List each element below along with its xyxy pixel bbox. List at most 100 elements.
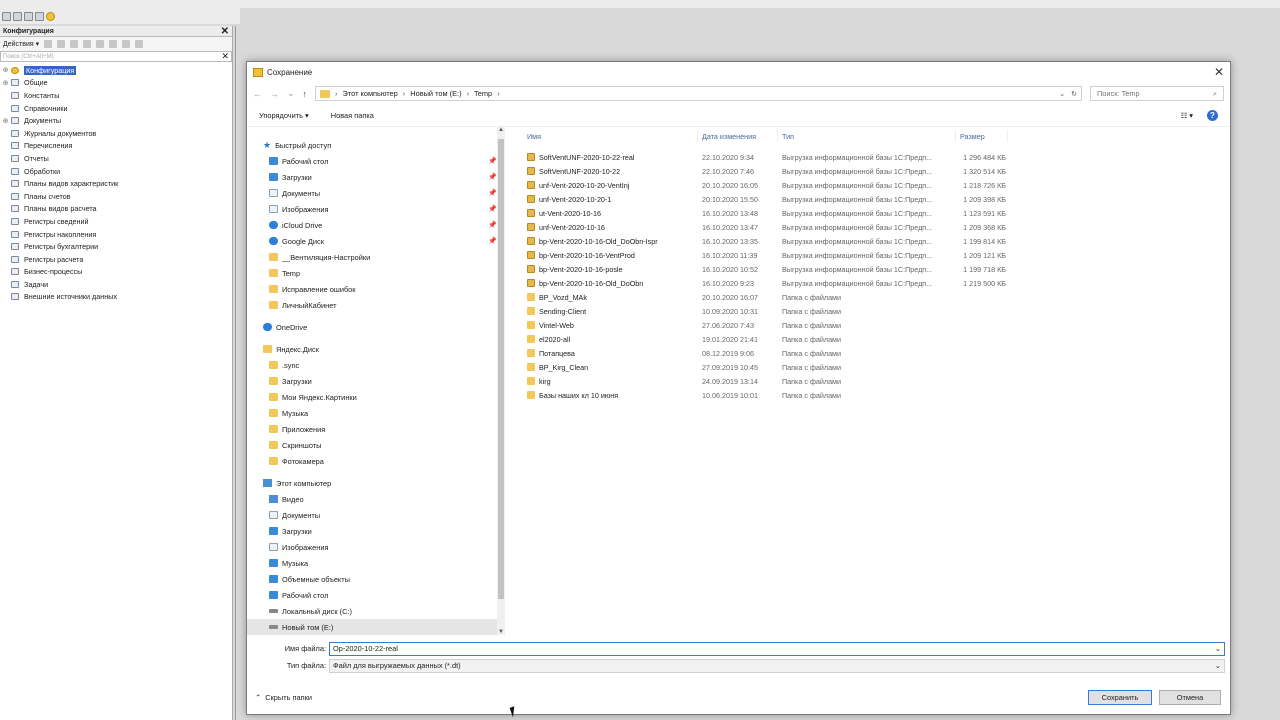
- copy-icon[interactable]: [70, 40, 79, 48]
- pin-icon[interactable]: 📌: [488, 157, 497, 165]
- config-tree-item[interactable]: Регистры накопления: [2, 228, 232, 241]
- nav-item[interactable]: Temp: [247, 265, 505, 281]
- pin-icon[interactable]: 📌: [488, 173, 497, 181]
- file-row[interactable]: Vintel-Web 27.06.2020 7:43 Папка с файлами: [523, 318, 1230, 332]
- config-tree-item[interactable]: Регистры сведений: [2, 215, 232, 228]
- breadcrumb-drive-e[interactable]: Новый том (E:): [410, 89, 461, 98]
- close-panel-icon[interactable]: ✕: [221, 26, 229, 37]
- nav-item[interactable]: Документы 📌: [247, 185, 505, 201]
- filter-icon[interactable]: [135, 40, 144, 48]
- config-tree-item[interactable]: ⊕ Документы: [2, 114, 232, 127]
- nav-item[interactable]: Рабочий стол: [247, 587, 505, 603]
- scrollbar-thumb[interactable]: [498, 139, 504, 599]
- chevron-down-icon[interactable]: ⌄: [1059, 90, 1065, 98]
- file-row[interactable]: unf-Vent-2020-10-20-VentInj 20.10.2020 16…: [523, 178, 1230, 192]
- close-icon[interactable]: ✕: [1214, 65, 1224, 79]
- column-header-type[interactable]: Тип: [778, 130, 956, 142]
- chevron-down-icon[interactable]: ⌄: [1215, 644, 1221, 653]
- move-down-icon[interactable]: [109, 40, 118, 48]
- nav-item[interactable]: __Вентиляция-Настройки: [247, 249, 505, 265]
- nav-item[interactable]: Изображения 📌: [247, 201, 505, 217]
- expand-icon[interactable]: ⊕: [2, 117, 9, 125]
- file-row[interactable]: el2020-all 19.01.2020 21:41 Папка с файлам…: [523, 332, 1230, 346]
- delete-icon[interactable]: [83, 40, 92, 48]
- scroll-up-icon[interactable]: ▲: [497, 127, 505, 133]
- nav-item[interactable]: Google Диск 📌: [247, 233, 505, 249]
- nav-item[interactable]: Загрузки: [247, 523, 505, 539]
- breadcrumb-this-pc[interactable]: Этот компьютер: [343, 89, 398, 98]
- config-tree-item[interactable]: ⊕ Конфигурация: [2, 64, 232, 77]
- config-tree-item[interactable]: ⊕ Общие: [2, 77, 232, 90]
- nav-item[interactable]: ★ Быстрый доступ: [247, 137, 505, 153]
- nav-item[interactable]: Фотокамера: [247, 453, 505, 469]
- pin-icon[interactable]: 📌: [488, 221, 497, 229]
- file-row[interactable]: bp-Vent-2020-10-16-VentProd 16.10.2020 11…: [523, 248, 1230, 262]
- nav-item[interactable]: Яндекс.Диск: [247, 341, 505, 357]
- nav-item[interactable]: Музыка: [247, 555, 505, 571]
- pin-icon[interactable]: 📌: [488, 189, 497, 197]
- file-row[interactable]: SoftVentUNF-2020-10-22-real 22.10.2020 9:…: [523, 150, 1230, 164]
- file-row[interactable]: bp-Vent-2020-10-16-Old_DoObn-Ispr 16.10.2…: [523, 234, 1230, 248]
- file-row[interactable]: bp-Vent-2020-10-16-Old_DoObn 16.10.2020 9…: [523, 276, 1230, 290]
- add-icon[interactable]: [44, 40, 53, 48]
- scroll-down-icon[interactable]: ▼: [497, 629, 505, 635]
- toolbar-window-icon[interactable]: [24, 11, 33, 21]
- config-tree-item[interactable]: Регистры расчета: [2, 253, 232, 266]
- nav-item[interactable]: OneDrive: [247, 319, 505, 335]
- chevron-down-icon[interactable]: ⌄: [1215, 661, 1221, 670]
- new-folder-button[interactable]: Новая папка: [331, 111, 374, 120]
- nav-item[interactable]: Этот компьютер: [247, 475, 505, 491]
- file-row[interactable]: BP_Vozd_MAk 20.10.2020 16:07 Папка с файла…: [523, 290, 1230, 304]
- address-bar[interactable]: › Этот компьютер › Новый том (E:) › Temp…: [315, 86, 1082, 101]
- file-row[interactable]: SoftVentUNF-2020-10-22 22.10.2020 7:46 Выг…: [523, 164, 1230, 178]
- up-arrow-icon[interactable]: ↑: [303, 89, 308, 99]
- file-row[interactable]: Потапцева 08.12.2019 9:06 Папка с файлами: [523, 346, 1230, 360]
- configuration-search-input[interactable]: Поиск (Ctrl+Alt+M) ✕: [0, 51, 232, 62]
- save-button[interactable]: Сохранить: [1088, 689, 1152, 705]
- nav-item[interactable]: Музыка: [247, 405, 505, 421]
- nav-item[interactable]: iCloud Drive 📌: [247, 217, 505, 233]
- column-header-name[interactable]: Имя: [523, 130, 698, 142]
- toolbar-window2-icon[interactable]: [35, 11, 44, 21]
- recent-dropdown-icon[interactable]: ⌄: [287, 88, 295, 99]
- config-tree-item[interactable]: Обработки: [2, 165, 232, 178]
- forward-arrow-icon[interactable]: →: [270, 89, 279, 99]
- nav-item[interactable]: Новый том (E:): [247, 619, 505, 635]
- pin-icon[interactable]: 📌: [488, 205, 497, 213]
- config-tree-item[interactable]: Журналы документов: [2, 127, 232, 140]
- breadcrumb-temp[interactable]: Temp: [474, 89, 492, 98]
- move-up-icon[interactable]: [96, 40, 105, 48]
- nav-item[interactable]: Документы: [247, 507, 505, 523]
- hide-folders-button[interactable]: ⌃ Скрыть папки: [255, 693, 312, 702]
- file-row[interactable]: unf-Vent-2020-10-16 16.10.2020 13:47 Выгру…: [523, 220, 1230, 234]
- file-row[interactable]: kirg 24.09.2019 13:14 Папка с файлами: [523, 374, 1230, 388]
- actions-menu-button[interactable]: Действия ▾: [3, 40, 39, 48]
- toolbar-list-icon[interactable]: [2, 11, 11, 21]
- nav-item[interactable]: Загрузки: [247, 373, 505, 389]
- filename-input[interactable]: Op-2020-10-22-real ⌄: [329, 641, 1225, 656]
- file-row[interactable]: Sending-Client 10.09.2020 10:31 Папка с фа…: [523, 304, 1230, 318]
- pin-icon[interactable]: 📌: [488, 237, 497, 245]
- filetype-select[interactable]: Файл для выгружаемых данных (*.dt) ⌄: [329, 658, 1225, 673]
- nav-item[interactable]: Рабочий стол 📌: [247, 153, 505, 169]
- nav-item[interactable]: Исправление ошибок: [247, 281, 505, 297]
- nav-item[interactable]: Изображения: [247, 539, 505, 555]
- expand-icon[interactable]: ⊕: [2, 66, 9, 74]
- nav-item[interactable]: Мои Яндекс.Картинки: [247, 389, 505, 405]
- nav-item[interactable]: Скриншоты: [247, 437, 505, 453]
- config-tree-item[interactable]: Справочники: [2, 102, 232, 115]
- sort-icon[interactable]: [122, 40, 131, 48]
- edit-icon[interactable]: [57, 40, 66, 48]
- config-tree-item[interactable]: Отчеты: [2, 152, 232, 165]
- clear-search-icon[interactable]: ✕: [221, 51, 229, 62]
- file-row[interactable]: Базы наших кл 10 июня 10.06.2019 10:01 Пап…: [523, 388, 1230, 402]
- refresh-icon[interactable]: ↻: [1071, 90, 1077, 98]
- file-row[interactable]: ut-Vent-2020-10-16 16.10.2020 13:48 Выгруз…: [523, 206, 1230, 220]
- file-row[interactable]: BP_Kirg_Clean 27.09.2019 10:45 Папка с фай…: [523, 360, 1230, 374]
- config-tree-item[interactable]: Планы счетов: [2, 190, 232, 203]
- view-options-icon[interactable]: ☷ ▾: [1181, 111, 1193, 120]
- navigation-scrollbar[interactable]: ▲ ▼: [497, 127, 505, 635]
- back-arrow-icon[interactable]: ←: [253, 89, 262, 99]
- toolbar-run-icon[interactable]: [46, 11, 55, 21]
- help-icon[interactable]: ?: [1207, 110, 1218, 121]
